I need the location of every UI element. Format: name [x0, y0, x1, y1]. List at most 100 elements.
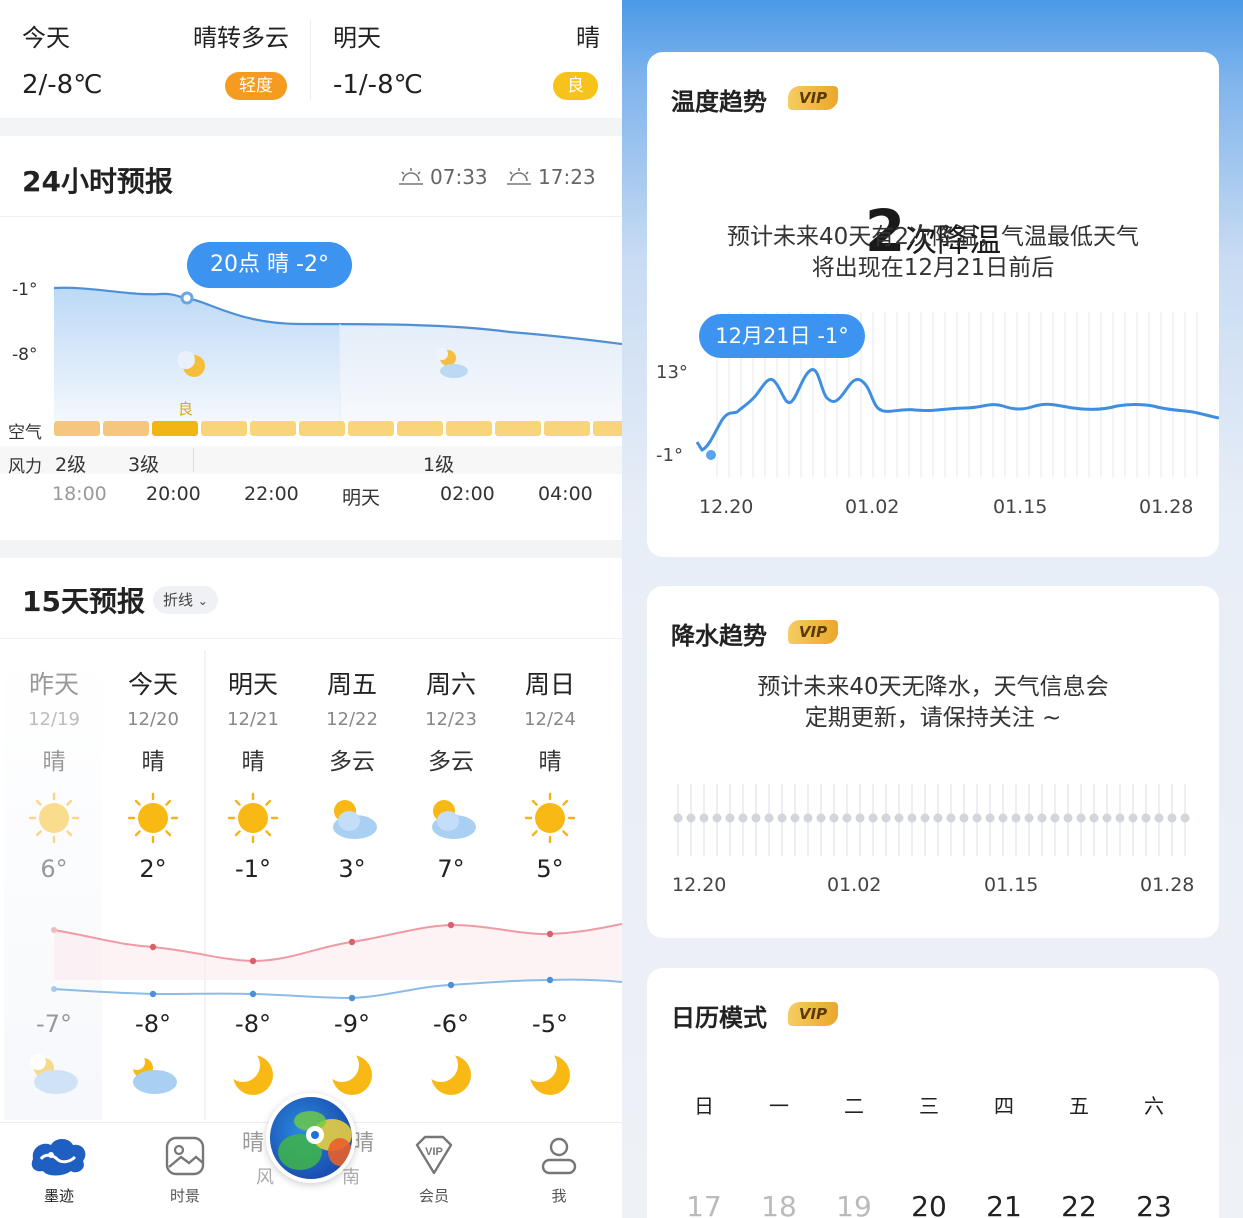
day-column[interactable]: 明天 12/21 晴 -1° -8°	[203, 665, 303, 1095]
day-name: 明天	[227, 670, 278, 699]
nav-label: 我	[551, 1187, 567, 1205]
air-quality-segment	[201, 421, 247, 436]
cloud-moon-icon	[4, 1050, 104, 1100]
vip-badge: VIP	[788, 620, 838, 644]
calendar-day[interactable]: 21	[974, 1190, 1034, 1218]
radar-map-button[interactable]	[266, 1093, 356, 1183]
today-aqi-badge: 轻度	[225, 72, 287, 100]
rain-point	[1141, 813, 1151, 823]
hour-label: 22:00	[244, 483, 299, 505]
air-quality-bar[interactable]	[54, 421, 622, 436]
sunset: 17:23	[506, 165, 596, 189]
sunrise-icon	[399, 168, 423, 185]
sunrise: 07:33	[398, 165, 488, 189]
weekday-label: 日	[694, 1094, 714, 1118]
nav-vip[interactable]: VIP 会员	[389, 1133, 479, 1206]
day-high-temp: 5°	[536, 855, 564, 883]
tomorrow-summary[interactable]: 明天 晴 -1/-8℃ 良	[311, 0, 622, 118]
today-weather: 晴转多云	[193, 24, 289, 52]
day-column[interactable]: 周六 12/23 多云 7° -6°	[401, 665, 501, 1095]
rain-point	[972, 813, 982, 823]
today-label: 今天	[22, 24, 70, 52]
rain-point	[803, 813, 813, 823]
image-icon	[165, 1136, 205, 1176]
sun-icon	[203, 788, 303, 848]
rain-point	[985, 813, 995, 823]
rain-point	[829, 813, 839, 823]
temp-trend-card[interactable]: 温度趋势 VIP 2次降温 预计未来40天有2次降温，气温最低天气 将出现在12…	[647, 52, 1219, 557]
air-quality-segment	[397, 421, 443, 436]
day-name: 周日	[524, 670, 575, 699]
hi-temp-area	[54, 924, 622, 980]
air-good-label: 良	[178, 400, 194, 418]
rain-point	[673, 813, 683, 823]
rain-point	[738, 813, 748, 823]
calendar-day[interactable]: 20	[899, 1190, 959, 1218]
day-date: 12/19	[28, 709, 80, 730]
moon-icon	[401, 1050, 501, 1100]
day-weather: 多云	[329, 749, 375, 775]
trend-x-label: 01.15	[993, 496, 1048, 518]
sun-icon	[500, 788, 600, 848]
today-summary[interactable]: 今天 晴转多云 2/-8℃ 轻度	[0, 0, 311, 118]
calendar-title: 日历模式	[671, 1004, 767, 1032]
wind-label: 风力	[8, 457, 42, 477]
rain-point	[816, 813, 826, 823]
rain-point	[1180, 813, 1190, 823]
nav-me[interactable]: 我	[514, 1133, 604, 1206]
sun-cloud-icon	[302, 788, 402, 848]
desc-line: 预计未来40天有2次降温，气温最低天气	[727, 224, 1139, 250]
user-icon	[541, 1137, 577, 1175]
day-column[interactable]: 周日 12/24 晴 5° -5°	[500, 665, 600, 1095]
hourly-current-point[interactable]	[180, 291, 194, 305]
hourly-area-highlight	[54, 287, 340, 422]
rain-point	[1050, 813, 1060, 823]
cloud-moon-icon	[103, 1050, 203, 1100]
rain-x-label: 01.02	[827, 874, 882, 896]
hour-label: 20:00	[146, 483, 201, 505]
hourly-title: 24小时预报	[22, 165, 173, 198]
day-column[interactable]: 今天 12/20 晴 2° -8°	[103, 665, 203, 1094]
moon-icon	[203, 1050, 303, 1100]
daily-temp-curves	[51, 921, 622, 1002]
tomorrow-label: 明天	[333, 24, 381, 52]
rain-trend-chart[interactable]	[647, 776, 1219, 866]
rain-point	[790, 813, 800, 823]
lo-temp-points	[51, 976, 554, 1002]
air-quality-segment	[299, 421, 345, 436]
calendar-day[interactable]: 19	[824, 1190, 884, 1218]
rain-point	[868, 813, 878, 823]
day-date: 12/23	[425, 709, 477, 730]
vip-badge: VIP	[788, 86, 838, 110]
vip-diamond-icon: VIP	[415, 1135, 453, 1175]
day-date: 12/21	[227, 709, 279, 730]
sun-cloud-icon	[401, 788, 501, 848]
nav-moji[interactable]: 墨迹	[14, 1133, 104, 1206]
day-date: 12/24	[524, 709, 576, 730]
desc-line: 预计未来40天无降水，天气信息会	[757, 674, 1109, 700]
trend-min-point[interactable]	[704, 448, 718, 462]
rain-point	[881, 813, 891, 823]
day-date: 12/22	[326, 709, 378, 730]
rain-point	[1154, 813, 1164, 823]
rain-point	[1102, 813, 1112, 823]
chart-mode-value: 折线	[163, 591, 194, 609]
rain-point	[998, 813, 1008, 823]
calendar-day[interactable]: 23	[1124, 1190, 1184, 1218]
calendar-day[interactable]: 22	[1049, 1190, 1109, 1218]
calendar-day[interactable]: 17	[674, 1190, 734, 1218]
rain-trend-card[interactable]: 降水趋势 VIP 预计未来40天无降水，天气信息会 定期更新，请保持关注 ~ 1…	[647, 586, 1219, 938]
calendar-day[interactable]: 18	[749, 1190, 809, 1218]
nav-scenes[interactable]: 时景	[140, 1133, 230, 1206]
rain-x-label: 01.15	[984, 874, 1039, 896]
moon-icon	[500, 1050, 600, 1100]
rain-point	[855, 813, 865, 823]
day-column[interactable]: 周五 12/22 多云 3° -9°	[302, 665, 402, 1095]
rain-point	[946, 813, 956, 823]
day-high-temp: 6°	[40, 855, 68, 883]
air-quality-segment	[103, 421, 149, 436]
day-name: 周六	[425, 670, 476, 699]
chart-mode-dropdown[interactable]: 折线 ⌄	[153, 586, 218, 614]
day-column[interactable]: 昨天 12/19 晴 6° -7°	[4, 665, 104, 1094]
hour-label: 明天	[342, 487, 381, 509]
